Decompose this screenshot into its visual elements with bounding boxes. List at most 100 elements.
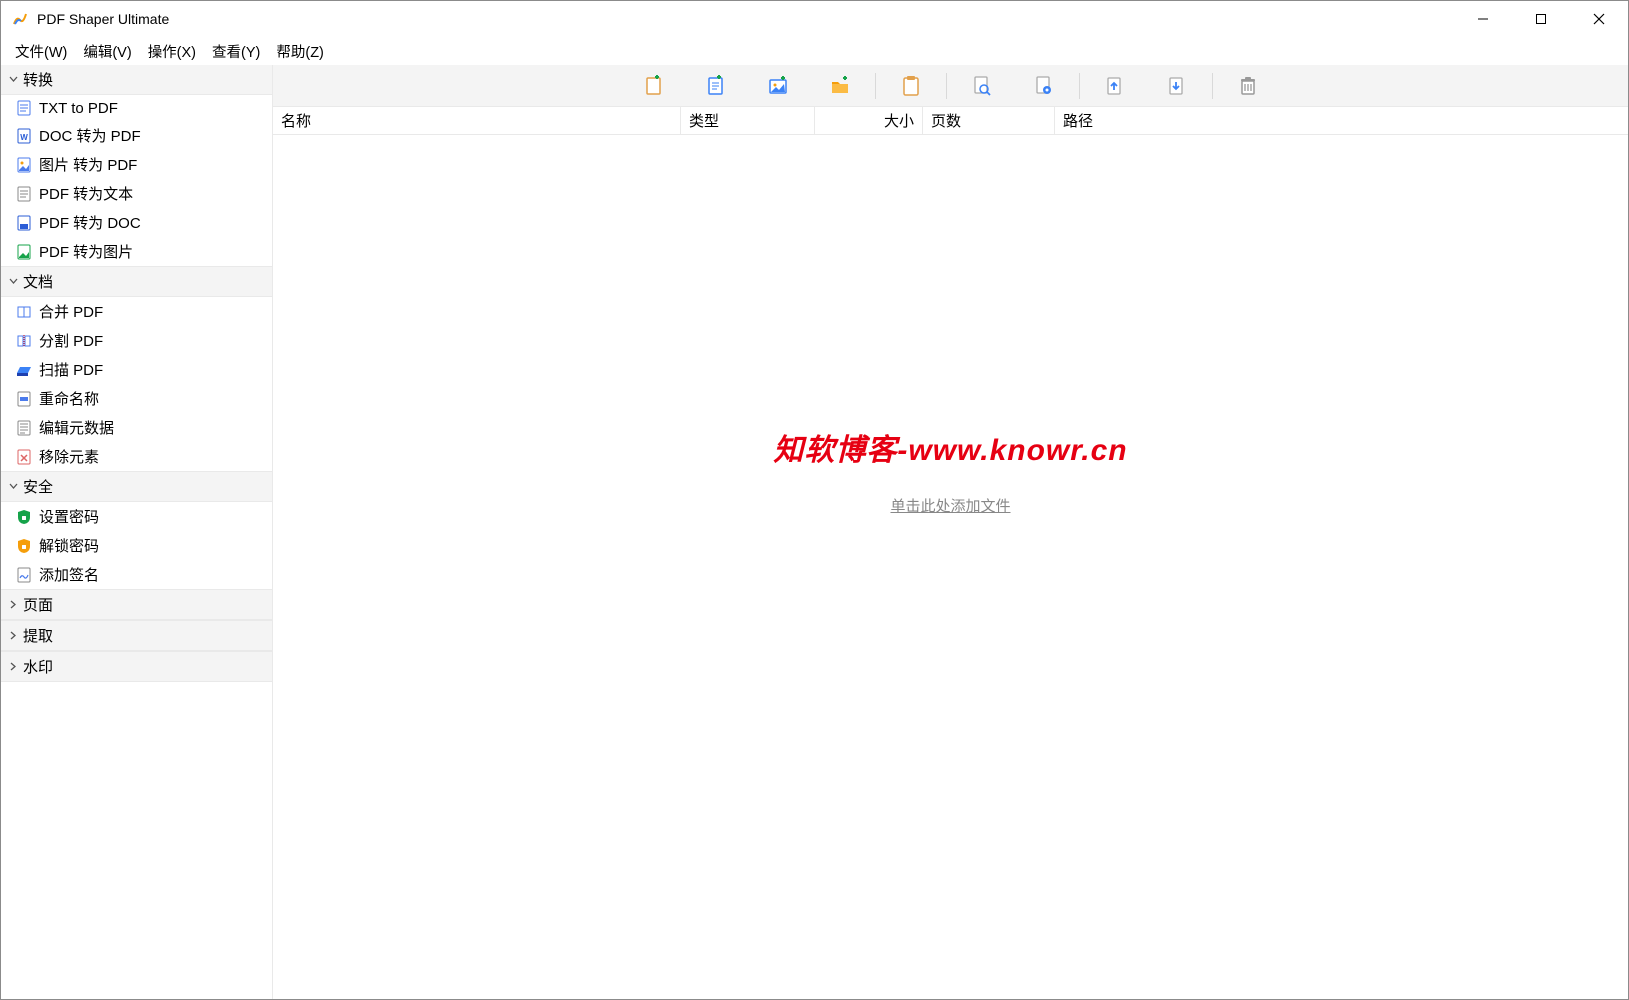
sidebar-item-unlock-password[interactable]: 解锁密码: [1, 531, 272, 560]
title-bar: PDF Shaper Ultimate: [1, 1, 1628, 37]
col-path[interactable]: 路径: [1055, 107, 1628, 134]
metadata-icon: [15, 419, 33, 437]
chevron-right-icon: [7, 631, 19, 640]
group-document[interactable]: 文档: [1, 266, 272, 297]
menu-file[interactable]: 文件(W): [7, 39, 75, 64]
group-page[interactable]: 页面: [1, 589, 272, 620]
group-page-label: 页面: [23, 594, 53, 615]
sidebar-item-label: PDF 转为 DOC: [39, 212, 141, 233]
sidebar: 转换 TXT to PDF W DOC 转为 PDF 图片 转为 PDF PDF…: [1, 65, 273, 999]
sidebar-item-pdf-to-img[interactable]: PDF 转为图片: [1, 237, 272, 266]
sidebar-item-label: TXT to PDF: [39, 100, 118, 117]
window-controls: [1454, 1, 1628, 37]
group-watermark-label: 水印: [23, 656, 53, 677]
sidebar-item-label: PDF 转为文本: [39, 183, 133, 204]
chevron-down-icon: [7, 75, 19, 84]
sidebar-item-img-to-pdf[interactable]: 图片 转为 PDF: [1, 150, 272, 179]
toolbar-separator: [875, 73, 876, 99]
col-size[interactable]: 大小: [815, 107, 923, 134]
sidebar-item-label: PDF 转为图片: [39, 241, 133, 262]
group-security[interactable]: 安全: [1, 471, 272, 502]
svg-text:W: W: [20, 133, 28, 142]
toolbar: [273, 65, 1628, 107]
menu-help[interactable]: 帮助(Z): [268, 39, 332, 64]
sidebar-item-add-signature[interactable]: 添加签名: [1, 560, 272, 589]
group-watermark[interactable]: 水印: [1, 651, 272, 682]
sidebar-item-set-password[interactable]: 设置密码: [1, 502, 272, 531]
watermark-text: 知软博客-www.knowr.cn: [773, 425, 1127, 469]
sidebar-item-label: 合并 PDF: [39, 301, 103, 322]
sidebar-item-txt-to-pdf[interactable]: TXT to PDF: [1, 95, 272, 121]
menu-action[interactable]: 操作(X): [140, 39, 204, 64]
group-convert[interactable]: 转换: [1, 65, 272, 95]
file-list[interactable]: 知软博客-www.knowr.cn 单击此处添加文件: [273, 135, 1628, 999]
group-security-label: 安全: [23, 476, 53, 497]
menu-bar: 文件(W) 编辑(V) 操作(X) 查看(Y) 帮助(Z): [1, 37, 1628, 65]
col-type[interactable]: 类型: [681, 107, 815, 134]
group-extract[interactable]: 提取: [1, 620, 272, 651]
group-document-label: 文档: [23, 271, 53, 292]
sidebar-item-label: 编辑元数据: [39, 417, 114, 438]
shield-lock-icon: [15, 508, 33, 526]
add-folder-button[interactable]: [809, 65, 871, 107]
signature-icon: [15, 566, 33, 584]
merge-icon: [15, 303, 33, 321]
sidebar-item-pdf-to-doc[interactable]: PDF 转为 DOC: [1, 208, 272, 237]
move-up-button[interactable]: [1084, 65, 1146, 107]
minimize-button[interactable]: [1454, 1, 1512, 37]
sidebar-item-split[interactable]: 分割 PDF: [1, 326, 272, 355]
group-extract-label: 提取: [23, 625, 53, 646]
toolbar-separator: [946, 73, 947, 99]
sidebar-item-label: 扫描 PDF: [39, 359, 103, 380]
sidebar-item-doc-to-pdf[interactable]: W DOC 转为 PDF: [1, 121, 272, 150]
sidebar-item-label: 图片 转为 PDF: [39, 154, 137, 175]
toolbar-separator: [1079, 73, 1080, 99]
col-name[interactable]: 名称: [273, 107, 681, 134]
toolbar-separator: [1212, 73, 1213, 99]
clipboard-button[interactable]: [880, 65, 942, 107]
column-headers: 名称 类型 大小 页数 路径: [273, 107, 1628, 135]
txt-doc-icon: [15, 99, 33, 117]
add-file-button[interactable]: [623, 65, 685, 107]
page-preview-button[interactable]: [951, 65, 1013, 107]
sidebar-item-scan[interactable]: 扫描 PDF: [1, 355, 272, 384]
pdf-img-icon: [15, 243, 33, 261]
image-doc-icon: [15, 156, 33, 174]
sidebar-item-metadata[interactable]: 编辑元数据: [1, 413, 272, 442]
sidebar-item-merge[interactable]: 合并 PDF: [1, 297, 272, 326]
sidebar-item-label: 添加签名: [39, 564, 99, 585]
sidebar-item-label: DOC 转为 PDF: [39, 125, 141, 146]
sidebar-item-rename[interactable]: 重命名称: [1, 384, 272, 413]
chevron-right-icon: [7, 600, 19, 609]
close-button[interactable]: [1570, 1, 1628, 37]
delete-button[interactable]: [1217, 65, 1279, 107]
app-icon: [11, 10, 29, 28]
scan-icon: [15, 361, 33, 379]
group-convert-label: 转换: [23, 69, 53, 90]
pdf-doc-icon: [15, 214, 33, 232]
add-text-button[interactable]: [685, 65, 747, 107]
col-pages[interactable]: 页数: [923, 107, 1055, 134]
chevron-down-icon: [7, 482, 19, 491]
shield-unlock-icon: [15, 537, 33, 555]
sidebar-item-label: 移除元素: [39, 446, 99, 467]
menu-view[interactable]: 查看(Y): [204, 39, 268, 64]
rename-icon: [15, 390, 33, 408]
sidebar-item-pdf-to-txt[interactable]: PDF 转为文本: [1, 179, 272, 208]
pdf-txt-icon: [15, 185, 33, 203]
window-title: PDF Shaper Ultimate: [37, 11, 169, 27]
sidebar-item-remove[interactable]: 移除元素: [1, 442, 272, 471]
menu-edit[interactable]: 编辑(V): [75, 39, 139, 64]
sidebar-item-label: 解锁密码: [39, 535, 99, 556]
move-down-button[interactable]: [1146, 65, 1208, 107]
page-settings-button[interactable]: [1013, 65, 1075, 107]
chevron-right-icon: [7, 662, 19, 671]
remove-icon: [15, 448, 33, 466]
add-image-button[interactable]: [747, 65, 809, 107]
maximize-button[interactable]: [1512, 1, 1570, 37]
main-area: 名称 类型 大小 页数 路径 知软博客-www.knowr.cn 单击此处添加文…: [273, 65, 1628, 999]
add-files-hint[interactable]: 单击此处添加文件: [890, 495, 1010, 516]
sidebar-item-label: 设置密码: [39, 506, 99, 527]
split-icon: [15, 332, 33, 350]
sidebar-item-label: 分割 PDF: [39, 330, 103, 351]
